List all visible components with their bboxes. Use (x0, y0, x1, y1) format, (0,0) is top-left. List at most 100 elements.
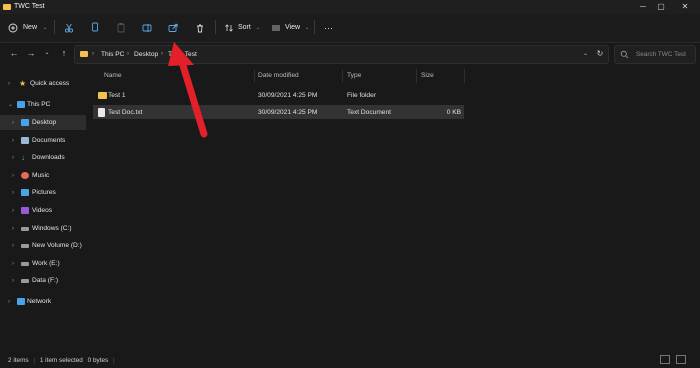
column-header-name[interactable]: Name (104, 72, 122, 79)
paste-button[interactable] (116, 19, 126, 36)
chevron-right-icon: › (12, 119, 14, 126)
sort-button[interactable]: Sort ⌄ (224, 19, 260, 36)
view-button[interactable]: View ⌄ (271, 19, 309, 36)
scissors-icon (64, 23, 74, 33)
sidebar-item-label: Desktop (32, 119, 57, 126)
sidebar-item-label: New Volume (D:) (32, 242, 82, 249)
sidebar-item-desktop[interactable]: › Desktop (0, 115, 86, 130)
copy-button[interactable] (90, 19, 100, 36)
rename-button[interactable] (142, 19, 153, 36)
desktop-icon (21, 119, 29, 126)
status-divider: | (113, 357, 115, 364)
sidebar-item-data-f[interactable]: › Data (F:) (0, 273, 86, 288)
sidebar-item-this-pc[interactable]: ⌄ This PC (0, 97, 86, 112)
more-options-button[interactable]: ··· (324, 19, 333, 36)
file-name: Test 1 (108, 92, 126, 99)
chevron-right-icon: › (12, 154, 14, 161)
column-header-size[interactable]: Size (421, 72, 434, 79)
drive-icon (21, 227, 29, 231)
title-bar: TWC Test ─ ▢ ✕ (0, 0, 700, 14)
music-icon (21, 172, 29, 179)
documents-icon (21, 137, 29, 144)
status-selected: 1 item selected (39, 357, 83, 364)
share-button[interactable] (168, 19, 179, 36)
rename-icon (142, 23, 152, 32)
cut-button[interactable] (64, 19, 74, 36)
chevron-right-icon: › (12, 277, 14, 284)
pictures-icon (21, 189, 29, 196)
chevron-down-icon: ⌄ (255, 24, 261, 31)
up-button[interactable]: ↑ (58, 47, 70, 60)
sidebar-item-label: Downloads (32, 154, 65, 161)
text-file-icon (98, 108, 105, 117)
chevron-down-icon: ⌄ (43, 24, 48, 31)
videos-icon (21, 207, 29, 214)
breadcrumb-desktop[interactable]: Desktop (134, 51, 158, 58)
status-divider: | (33, 357, 36, 364)
sidebar-item-label: Documents (32, 137, 66, 144)
computer-icon (17, 101, 25, 108)
sidebar-item-downloads[interactable]: › ↓ Downloads (0, 150, 86, 165)
chevron-down-icon: ⌄ (8, 102, 14, 108)
close-button[interactable]: ✕ (678, 2, 692, 12)
drive-icon (21, 244, 29, 248)
sidebar-item-music[interactable]: › Music (0, 168, 86, 183)
chevron-right-icon: › (12, 172, 14, 179)
forward-button[interactable]: → (25, 47, 37, 60)
sidebar-item-quick-access[interactable]: › ★ Quick access (0, 76, 86, 91)
column-divider[interactable] (464, 69, 465, 83)
file-size: 0 KB (446, 109, 461, 116)
sidebar-item-label: Network (27, 298, 52, 305)
breadcrumb-separator: › (92, 51, 94, 57)
downloads-icon: ↓ (21, 153, 25, 162)
tiles-view-icon[interactable] (676, 355, 686, 364)
details-view-icon[interactable] (660, 355, 670, 364)
file-date: 30/09/2021 4:25 PM (258, 109, 318, 116)
sidebar-item-label: Videos (32, 207, 53, 214)
breadcrumb-this-pc[interactable]: This PC (101, 51, 124, 58)
sidebar-item-network[interactable]: › Network (0, 294, 86, 309)
file-date: 30/09/2021 4:25 PM (258, 92, 318, 99)
sort-label: Sort (238, 24, 251, 31)
sidebar-item-windows-c[interactable]: › Windows (C:) (0, 221, 86, 236)
chevron-right-icon: › (12, 260, 14, 267)
table-row-selected[interactable]: Test Doc.txt 30/09/2021 4:25 PM Text Doc… (93, 105, 464, 119)
column-divider[interactable] (342, 69, 343, 83)
command-bar (0, 14, 700, 43)
delete-button[interactable] (195, 19, 205, 36)
folder-icon (80, 51, 88, 57)
divider (215, 20, 216, 34)
divider (314, 20, 315, 34)
chevron-right-icon: › (8, 298, 10, 305)
chevron-right-icon: › (12, 242, 14, 249)
sidebar-item-videos[interactable]: › Videos (0, 203, 86, 218)
sidebar-item-new-volume-d[interactable]: › New Volume (D:) (0, 238, 86, 253)
chevron-right-icon: › (12, 225, 14, 232)
divider (54, 20, 55, 34)
sidebar-item-work-e[interactable]: › Work (E:) (0, 256, 86, 271)
paste-icon (117, 23, 125, 33)
maximize-button[interactable]: ▢ (654, 2, 668, 12)
star-icon: ★ (19, 79, 27, 88)
recent-locations-button[interactable]: ⌄ (41, 47, 53, 60)
column-header-date-modified[interactable]: Date modified (258, 72, 299, 79)
column-divider[interactable] (254, 69, 255, 83)
column-header-type[interactable]: Type (347, 72, 361, 79)
minimize-button[interactable]: ─ (636, 2, 650, 12)
column-divider[interactable] (416, 69, 417, 83)
refresh-button[interactable]: ↻ (594, 47, 606, 60)
new-label: New (23, 24, 38, 31)
status-item-count: 2 items (8, 357, 29, 364)
chevron-down-icon: ⌄ (305, 24, 310, 31)
back-button[interactable]: ← (8, 47, 20, 60)
table-row[interactable]: Test 1 30/09/2021 4:25 PM File folder (93, 88, 464, 102)
search-icon (620, 50, 629, 59)
sidebar-item-label: Music (32, 172, 50, 179)
copy-icon (92, 22, 98, 32)
chevron-right-icon: › (12, 207, 14, 214)
sidebar-item-pictures[interactable]: › Pictures (0, 185, 86, 200)
sidebar-item-documents[interactable]: › Documents (0, 133, 86, 148)
sidebar-item-label: Work (E:) (32, 260, 60, 267)
address-dropdown-button[interactable]: ⌄ (583, 50, 588, 57)
new-button[interactable]: New ⌄ (8, 19, 47, 36)
